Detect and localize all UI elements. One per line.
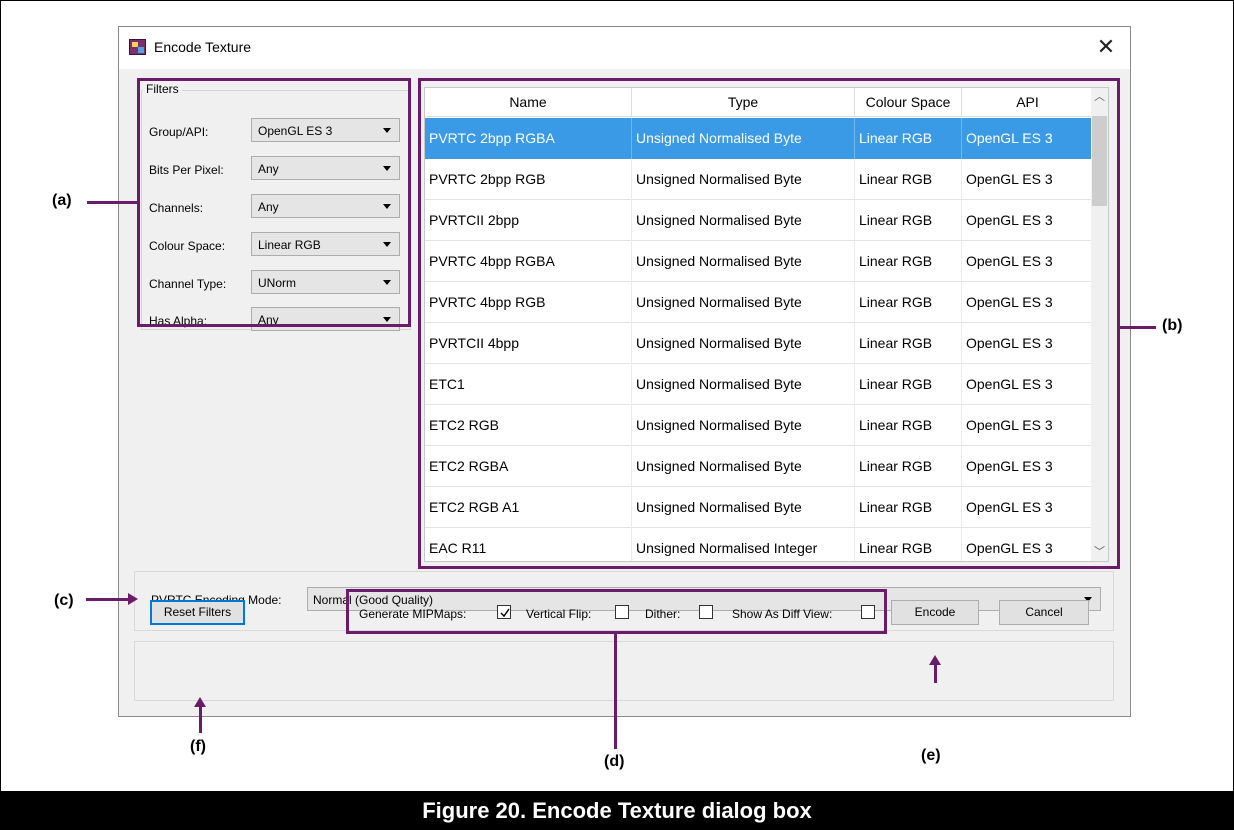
annotation-e-line [934, 663, 937, 683]
annotation-f-line [199, 705, 202, 733]
annotation-d: (d) [604, 753, 625, 770]
app-icon [129, 39, 146, 55]
figure-caption: Figure 20. Encode Texture dialog box [0, 791, 1234, 830]
annotation-a: (a) [52, 192, 72, 209]
dialog-title: Encode Texture [154, 39, 252, 55]
highlight-d-options [346, 589, 887, 634]
annotation-c-line [86, 598, 130, 601]
annotation-d-line [614, 634, 617, 749]
annotation-b: (b) [1162, 317, 1183, 334]
annotation-b-line [1120, 326, 1156, 329]
annotation-c: (c) [54, 592, 74, 609]
highlight-b-format-table [418, 78, 1120, 569]
encode-button[interactable]: Encode [891, 600, 979, 625]
annotation-c-arrowhead [128, 593, 138, 605]
annotation-e: (e) [921, 747, 941, 764]
close-icon[interactable]: ✕ [1092, 31, 1120, 63]
highlight-a-filters [137, 78, 411, 327]
actions-group [134, 641, 1114, 701]
annotation-f: (f) [190, 738, 206, 755]
title-bar: Encode Texture ✕ [119, 27, 1130, 69]
reset-filters-button[interactable]: Reset Filters [150, 600, 245, 625]
annotation-a-line [87, 201, 138, 204]
cancel-button[interactable]: Cancel [999, 600, 1089, 625]
